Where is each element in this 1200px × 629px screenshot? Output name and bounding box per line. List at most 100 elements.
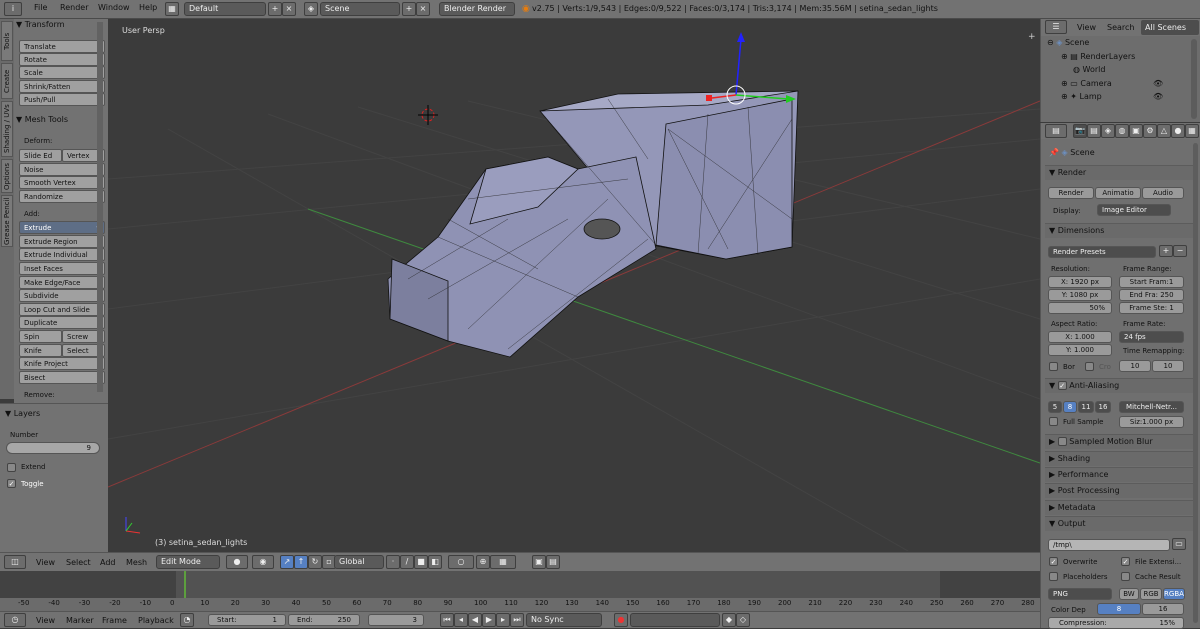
snap-icon[interactable]: ⊕ bbox=[476, 555, 490, 569]
border-checkbox[interactable] bbox=[1049, 362, 1058, 371]
snap-element-icon[interactable]: ▦ bbox=[490, 555, 516, 569]
sync-dropdown[interactable]: No Sync bbox=[526, 613, 602, 627]
record-icon[interactable]: ● bbox=[614, 613, 628, 627]
overwrite-checkbox[interactable]: ✓ bbox=[1049, 557, 1058, 566]
play-reverse-icon[interactable]: ◀ bbox=[468, 613, 482, 627]
menu-window[interactable]: Window bbox=[98, 3, 130, 12]
translate-button[interactable]: Translate bbox=[19, 40, 105, 53]
frame-start-field[interactable]: Start Fram:1 bbox=[1119, 276, 1184, 288]
remove-preset-icon[interactable]: − bbox=[1173, 245, 1187, 257]
smooth-vertex-button[interactable]: Smooth Vertex bbox=[19, 176, 105, 189]
keying-set-field[interactable] bbox=[630, 613, 720, 627]
outliner-row-lamp[interactable]: ⊕ ✦ Lamp 👁 bbox=[1041, 92, 1200, 105]
dimensions-panel-header[interactable]: ▼ Dimensions bbox=[1045, 223, 1193, 238]
layout-selector[interactable]: Default bbox=[184, 2, 266, 16]
menu-add[interactable]: Add bbox=[100, 558, 116, 567]
scene-selector[interactable]: Scene bbox=[320, 2, 400, 16]
world-context-icon[interactable]: ◍ bbox=[1115, 124, 1129, 138]
face-select-icon[interactable]: ■ bbox=[414, 555, 428, 569]
view3d-editor-icon[interactable]: ◫ bbox=[4, 555, 26, 569]
outliner-scrollbar[interactable] bbox=[1191, 39, 1197, 119]
outliner-editor-icon[interactable]: ☰ bbox=[1045, 20, 1067, 34]
tab-grease-pencil[interactable]: Grease Pencil bbox=[1, 195, 13, 247]
rotate-button[interactable]: Rotate bbox=[19, 53, 105, 66]
3d-cursor-icon[interactable] bbox=[418, 105, 438, 125]
add-layout-icon[interactable]: + bbox=[268, 2, 282, 16]
lamp-visibility-icon[interactable]: 👁 bbox=[1153, 92, 1163, 101]
manipulator-toggle-icon[interactable]: ↗ bbox=[280, 555, 294, 569]
shading-panel-header[interactable]: ▶ Shading bbox=[1045, 451, 1193, 466]
color-rgba-button[interactable]: RGBA bbox=[1163, 588, 1185, 600]
timeline-editor-icon[interactable]: ◷ bbox=[4, 613, 26, 627]
file-format-dropdown[interactable]: PNG bbox=[1048, 588, 1112, 600]
viewport-canvas[interactable] bbox=[108, 19, 1040, 551]
properties-scrollbar[interactable] bbox=[1193, 143, 1198, 623]
cache-result-checkbox[interactable] bbox=[1121, 572, 1130, 581]
tab-options[interactable]: Options bbox=[1, 159, 13, 193]
toolshelf-scrollbar[interactable] bbox=[97, 22, 103, 392]
render-preview-icon[interactable]: ▣ bbox=[532, 555, 546, 569]
randomize-button[interactable]: Randomize bbox=[19, 190, 105, 203]
translate-manip-icon[interactable]: ↑ bbox=[294, 555, 308, 569]
insert-key-icon[interactable]: ◆ bbox=[722, 613, 736, 627]
3d-viewport[interactable]: User Persp (3) setina_sedan_lights + bbox=[108, 19, 1040, 551]
tab-tools[interactable]: Tools bbox=[1, 21, 13, 61]
render-engine-dropdown[interactable]: Blender Render bbox=[439, 2, 515, 16]
vertex-select-icon[interactable]: · bbox=[386, 555, 400, 569]
aa-samples-8[interactable]: 8 bbox=[1063, 401, 1077, 413]
add-preset-icon[interactable]: + bbox=[1159, 245, 1173, 257]
render-still-button[interactable]: Render bbox=[1048, 187, 1094, 199]
color-depth-16[interactable]: 16 bbox=[1142, 603, 1184, 615]
extrude-button[interactable]: Extrude▾ bbox=[19, 221, 105, 234]
layers-context-icon[interactable]: ▤ bbox=[1087, 124, 1101, 138]
outliner-row-world[interactable]: ◍ World bbox=[1041, 65, 1200, 78]
remove-scene-icon[interactable]: × bbox=[416, 2, 430, 16]
scale-button[interactable]: Scale bbox=[19, 66, 105, 79]
next-key-icon[interactable]: ▸ bbox=[496, 613, 510, 627]
extend-checkbox[interactable] bbox=[7, 463, 16, 472]
shading-icon[interactable]: ● bbox=[226, 555, 248, 569]
compression-slider[interactable]: Compression: 15% bbox=[1048, 617, 1184, 629]
outliner-menu-view[interactable]: View bbox=[1077, 23, 1096, 32]
render-audio-button[interactable]: Audio bbox=[1142, 187, 1184, 199]
aa-samples-5[interactable]: 5 bbox=[1048, 401, 1062, 413]
bisect-button[interactable]: Bisect bbox=[19, 371, 105, 384]
frame-end-field[interactable]: End Fra: 250 bbox=[1119, 289, 1184, 301]
menu-view[interactable]: View bbox=[36, 558, 55, 567]
mode-dropdown[interactable]: Edit Mode bbox=[156, 555, 220, 569]
slide-edge-button[interactable]: Slide Ed bbox=[19, 149, 62, 162]
subdivide-button[interactable]: Subdivide bbox=[19, 289, 105, 302]
vehicle-mesh[interactable] bbox=[387, 90, 799, 358]
render-anim-icon[interactable]: ▤ bbox=[546, 555, 560, 569]
delete-key-icon[interactable]: ◇ bbox=[736, 613, 750, 627]
number-field[interactable]: 9 bbox=[6, 442, 100, 454]
color-bw-button[interactable]: BW bbox=[1119, 588, 1139, 600]
knife-button[interactable]: Knife bbox=[19, 344, 62, 357]
crop-checkbox[interactable] bbox=[1085, 362, 1094, 371]
material-context-icon[interactable]: ● bbox=[1171, 124, 1185, 138]
metadata-panel-header[interactable]: ▶ Metadata bbox=[1045, 500, 1193, 515]
anti-aliasing-panel-header[interactable]: ▼ ✓ Anti-Aliasing bbox=[1045, 378, 1193, 393]
aa-size-field[interactable]: Siz:1.000 px bbox=[1119, 416, 1184, 428]
edge-select-icon[interactable]: / bbox=[400, 555, 414, 569]
texture-context-icon[interactable]: ▦ bbox=[1185, 124, 1199, 138]
motion-blur-panel-header[interactable]: ▶ Sampled Motion Blur bbox=[1045, 434, 1193, 449]
end-frame-field[interactable]: End: 250 bbox=[288, 614, 360, 626]
shrink-fatten-button[interactable]: Shrink/Fatten bbox=[19, 80, 105, 93]
extrude-individual-button[interactable]: Extrude Individual bbox=[19, 248, 105, 261]
aspect-x-field[interactable]: X: 1.000 bbox=[1048, 331, 1112, 343]
spin-button[interactable]: Spin bbox=[19, 330, 62, 343]
tl-menu-view[interactable]: View bbox=[36, 616, 55, 625]
full-sample-checkbox[interactable] bbox=[1049, 417, 1058, 426]
output-panel-header[interactable]: ▼ Output bbox=[1045, 516, 1193, 531]
aa-samples-11[interactable]: 11 bbox=[1078, 401, 1094, 413]
outliner-row-camera[interactable]: ⊕ ▭ Camera 👁 bbox=[1041, 79, 1200, 92]
toggle-checkbox[interactable]: ✓ bbox=[7, 479, 16, 488]
camera-visibility-icon[interactable]: 👁 bbox=[1153, 79, 1163, 88]
color-rgb-button[interactable]: RGB bbox=[1140, 588, 1162, 600]
timeline-ruler[interactable]: -50 -40 -30 -20 -10 0 10 20 30 40 50 60 70 80 90 100 110… bbox=[0, 598, 1040, 611]
tl-menu-playback[interactable]: Playback bbox=[138, 616, 174, 625]
output-path-field[interactable]: /tmp\ bbox=[1048, 539, 1170, 551]
limit-selection-icon[interactable]: ◧ bbox=[428, 555, 442, 569]
prev-key-icon[interactable]: ◂ bbox=[454, 613, 468, 627]
